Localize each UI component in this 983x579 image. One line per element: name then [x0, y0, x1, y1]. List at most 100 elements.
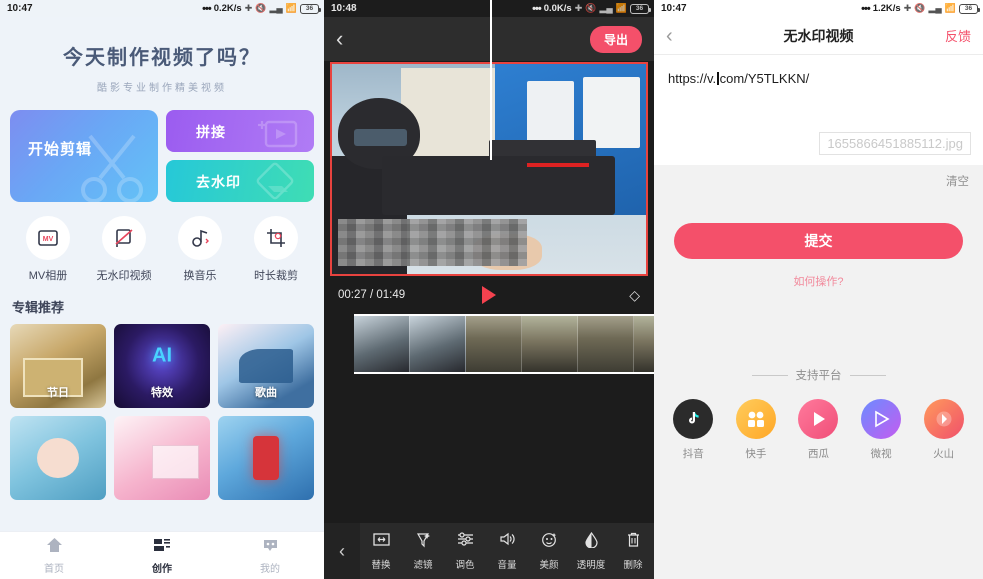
tool-replace[interactable]: 替换 [360, 532, 402, 571]
trash-icon [612, 532, 654, 552]
url-input[interactable]: https://v. com/Y5TLKKN/ [668, 71, 969, 86]
tab-label: 我的 [260, 563, 280, 575]
huoshan-icon [923, 399, 964, 439]
merge-label: 拼接 [196, 124, 226, 140]
video-preview[interactable] [330, 62, 648, 276]
aspect-ratio-icon[interactable]: ◇ [629, 287, 640, 304]
album-card[interactable]: 节日 [10, 324, 106, 408]
xigua-icon [798, 399, 839, 439]
wifi-icon: 📶 [285, 3, 297, 13]
timeline-frame [578, 314, 634, 374]
preview-target-left [526, 80, 574, 144]
timeline-empty-area [324, 0, 654, 523]
mute-icon: 🔇 [585, 3, 597, 13]
music-note-icon [178, 216, 222, 260]
album-card[interactable]: 歌曲 [218, 324, 314, 408]
platform-douyin[interactable]: 抖音 [665, 399, 721, 461]
supported-platforms-label: 支持平台 [795, 370, 842, 382]
back-chevron-icon[interactable]: ‹ [336, 28, 343, 50]
status-icons: ••• 0.0K/s ✚ 🔇 ▂▄ 📶 36 [532, 3, 651, 14]
signal-icon: ▂▄ [269, 3, 283, 13]
export-button[interactable]: 导出 [589, 25, 642, 53]
tool-color-adjust[interactable]: 调色 [444, 531, 486, 571]
status-icons: ••• 1.2K/s ✚ 🔇 ▂▄ 📶 36 [861, 3, 980, 14]
opacity-icon [570, 531, 612, 552]
help-link[interactable]: 如何操作? [654, 273, 983, 289]
tab-profile[interactable]: 我的 [216, 537, 324, 575]
platform-kuaishou[interactable]: 快手 [728, 399, 784, 461]
douyin-icon [673, 399, 714, 439]
tool-label: 删除 [623, 559, 643, 571]
network-speed: 1.2K/s [872, 3, 901, 14]
album-card[interactable] [114, 416, 210, 500]
bluetooth-icon: ✚ [574, 3, 583, 13]
feature-crop-duration[interactable]: 时长裁剪 [238, 216, 314, 283]
platform-weishi[interactable]: 微视 [853, 399, 909, 461]
status-clock: 10:48 [331, 3, 357, 14]
page-title: 无水印视频 [783, 27, 854, 44]
tool-filter[interactable]: 滤镜 [402, 532, 444, 571]
tool-delete[interactable]: 删除 [612, 532, 654, 571]
create-icon [154, 538, 170, 551]
timeline-track[interactable] [324, 314, 654, 374]
filter-icon [402, 532, 444, 552]
back-chevron-icon[interactable]: ‹ [666, 26, 673, 46]
tab-create[interactable]: 创作 [108, 537, 216, 575]
bluetooth-icon: ✚ [244, 3, 253, 13]
tool-label: 透明度 [576, 559, 606, 571]
url-text-after: com/Y5TLKKN/ [719, 71, 810, 86]
home-screen: 10:47 ••• 0.2K/s ✚ 🔇 ▂▄ 📶 36 今天制作视频了吗？ 酷… [0, 0, 324, 579]
playback-controls: 00:27 / 01:49 ◇ [324, 276, 654, 314]
remove-watermark-button[interactable]: 去水印 [166, 160, 314, 202]
crop-duration-icon [254, 216, 298, 260]
svg-text:MV: MV [43, 236, 54, 243]
start-edit-button[interactable]: 开始剪辑 [10, 110, 158, 202]
play-icon[interactable] [482, 286, 496, 304]
feature-label: MV相册 [28, 270, 68, 282]
feature-mv-album[interactable]: MV MV相册 [10, 216, 86, 283]
album-card[interactable] [10, 416, 106, 500]
album-card[interactable] [218, 416, 314, 500]
signal-icon: ▂▄ [599, 3, 613, 13]
tool-beauty[interactable]: 美颜 [528, 532, 570, 571]
supported-platforms-header: 支持平台 [654, 367, 983, 383]
tools-back-chevron-icon[interactable]: ‹ [324, 523, 360, 579]
timeline-frame [354, 314, 410, 374]
remove-watermark-label: 去水印 [196, 174, 241, 190]
submit-button[interactable]: 提交 [674, 223, 963, 259]
color-adjust-icon [444, 531, 486, 552]
platform-xigua[interactable]: 西瓜 [790, 399, 846, 461]
tab-home[interactable]: 首页 [0, 537, 108, 575]
watermark-remover-screen: 10:47 ••• 1.2K/s ✚ 🔇 ▂▄ 📶 36 ‹ 无水印视频 反馈 … [654, 0, 983, 579]
secondary-actions: 拼接 去水印 [166, 110, 314, 202]
timeline-frame [522, 314, 578, 374]
clear-button[interactable]: 清空 [946, 173, 969, 189]
mute-icon: 🔇 [255, 3, 267, 13]
platform-list: 抖音 快手 西瓜 微视 火山 [654, 383, 983, 461]
preview-mosaic-overlay [338, 219, 527, 266]
play-triangle [814, 412, 826, 426]
album-card[interactable]: 特效 [114, 324, 210, 408]
feature-change-music[interactable]: 换音乐 [162, 216, 238, 283]
preview-red-stripe [526, 162, 590, 167]
feature-label: 无水印视频 [96, 270, 152, 282]
merge-button[interactable]: 拼接 [166, 110, 314, 152]
video-editor-screen: 10:48 ••• 0.0K/s ✚ 🔇 ▂▄ 📶 36 ‹ 导出 00:27 … [324, 0, 654, 579]
bottom-tab-bar: 首页 创作 我的 [0, 531, 324, 579]
platform-label: 微视 [870, 448, 892, 460]
text-caret [717, 72, 719, 85]
url-input-area[interactable]: https://v. com/Y5TLKKN/ 1655866451885112.… [654, 55, 983, 165]
playhead-indicator[interactable] [490, 0, 492, 160]
platform-huoshan[interactable]: 火山 [916, 399, 972, 461]
tool-opacity[interactable]: 透明度 [570, 531, 612, 571]
mv-album-icon: MV [26, 216, 70, 260]
filename-chip[interactable]: 1655866451885112.jpg [819, 132, 971, 155]
status-clock: 10:47 [7, 3, 33, 14]
section-title-albums: 专辑推荐 [12, 300, 65, 315]
page-subtitle: 酷影专业制作精美视频 [97, 83, 227, 94]
feedback-button[interactable]: 反馈 [945, 26, 971, 45]
feature-no-watermark[interactable]: 无水印视频 [86, 216, 162, 283]
clear-row: 清空 [654, 165, 983, 197]
feature-label: 时长裁剪 [254, 270, 298, 282]
tool-volume[interactable]: 音量 [486, 532, 528, 571]
